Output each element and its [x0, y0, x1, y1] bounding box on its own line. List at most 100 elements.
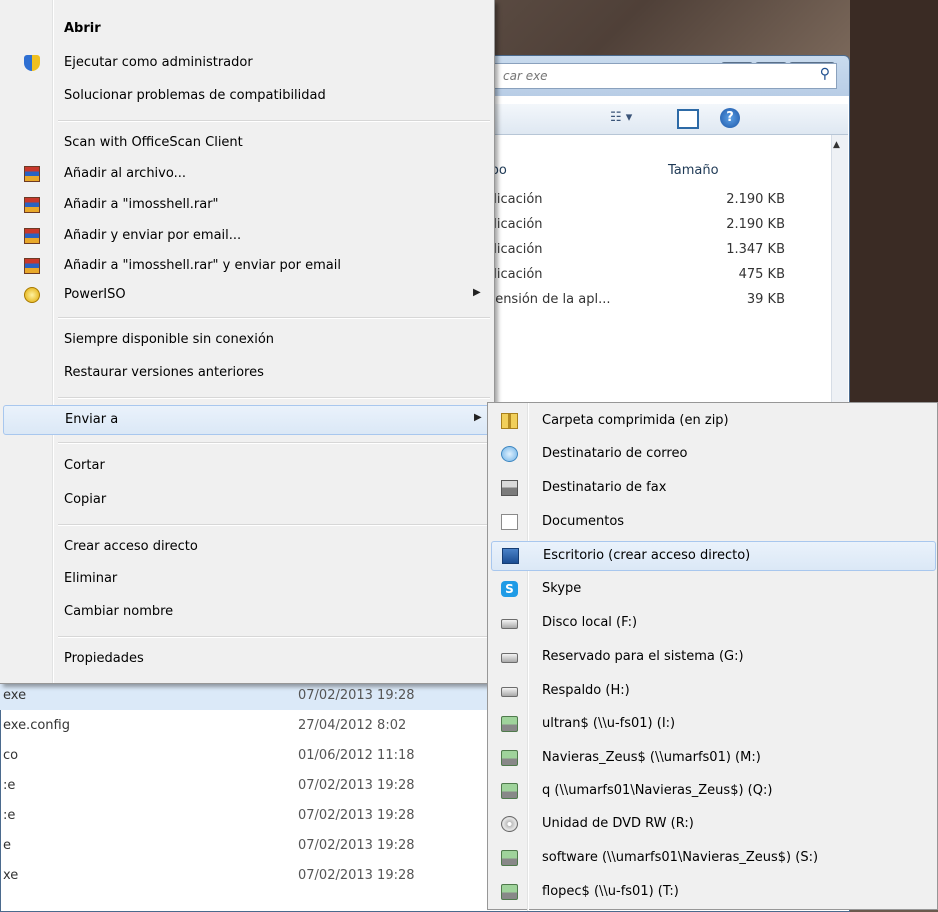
menu-item-officescan[interactable]: Scan with OfficeScan Client	[3, 129, 490, 159]
send-to-drive-q[interactable]: q (\\umarfs01\Navieras_Zeus$) (Q:)	[491, 777, 936, 807]
table-row[interactable]: co 01/06/2012 11:18	[0, 740, 490, 770]
send-to-skype[interactable]: S Skype	[491, 575, 936, 605]
view-options-icon[interactable]: ☷ ▾	[610, 110, 632, 125]
list-item[interactable]: plicación 475 KB	[485, 263, 785, 288]
menu-item-label: Enviar a	[65, 412, 119, 427]
file-date: 07/02/2013 19:28	[298, 688, 415, 703]
file-date: 27/04/2012 8:02	[298, 718, 407, 733]
menu-item-offline[interactable]: Siempre disponible sin conexión	[3, 326, 490, 356]
file-name: xe	[3, 868, 19, 883]
table-row[interactable]: exe 07/02/2013 19:28	[0, 680, 490, 710]
list-item[interactable]: plicación 2.190 KB	[485, 188, 785, 213]
send-to-desktop[interactable]: Escritorio (crear acceso directo)	[491, 541, 936, 571]
network-drive-icon	[501, 783, 518, 799]
menu-item-label: Eliminar	[64, 571, 118, 586]
table-row[interactable]: :e 07/02/2013 19:28	[0, 770, 490, 800]
menu-item-label: Siempre disponible sin conexión	[64, 332, 275, 347]
table-row[interactable]: e 07/02/2013 19:28	[0, 830, 490, 860]
search-box[interactable]: ⚲	[480, 63, 837, 89]
dvd-drive-icon	[501, 816, 518, 832]
file-name: exe	[3, 688, 27, 703]
winrar-icon	[24, 258, 40, 274]
menu-item-add-rar[interactable]: Añadir a "imosshell.rar"	[3, 191, 490, 221]
menu-item-add-email[interactable]: Añadir y enviar por email...	[3, 222, 490, 252]
menu-item-run-as-admin[interactable]: Ejecutar como administrador	[3, 49, 490, 79]
search-input[interactable]	[481, 64, 805, 88]
menu-item-label: Destinatario de correo	[542, 446, 688, 461]
poweriso-icon	[24, 287, 40, 303]
menu-item-label: Copiar	[64, 492, 107, 507]
file-date: 07/02/2013 19:28	[298, 868, 415, 883]
file-date: 01/06/2012 11:18	[298, 748, 415, 763]
menu-item-label: Solucionar problemas de compatibilidad	[64, 88, 326, 103]
menu-item-send-to[interactable]: Enviar a ▶	[3, 405, 490, 435]
menu-item-compatibility[interactable]: Solucionar problemas de compatibilidad	[3, 82, 490, 112]
list-item[interactable]: ttensión de la apl... 39 KB	[485, 288, 785, 313]
network-drive-icon	[501, 750, 518, 766]
menu-item-abrir[interactable]: Abrir	[3, 15, 490, 45]
menu-item-cut[interactable]: Cortar	[3, 452, 490, 482]
menu-item-label: ultran$ (\\u-fs01) (I:)	[542, 716, 676, 731]
file-name: :e	[3, 778, 16, 793]
menu-separator	[58, 442, 490, 444]
skype-icon: S	[501, 581, 518, 597]
menu-item-label: Añadir a "imosshell.rar"	[64, 197, 219, 212]
table-row[interactable]: xe 07/02/2013 19:28	[0, 860, 490, 890]
send-to-drive-i[interactable]: ultran$ (\\u-fs01) (I:)	[491, 710, 936, 740]
menu-item-label: Destinatario de fax	[542, 480, 667, 495]
table-row[interactable]: :e 07/02/2013 19:28	[0, 800, 490, 830]
search-icon[interactable]: ⚲	[820, 66, 830, 82]
list-item[interactable]: plicación 1.347 KB	[485, 238, 785, 263]
menu-item-add-rar-email[interactable]: Añadir a "imosshell.rar" y enviar por em…	[3, 252, 490, 282]
help-icon[interactable]: ?	[720, 108, 740, 128]
menu-item-properties[interactable]: Propiedades	[3, 645, 490, 675]
send-to-drive-r[interactable]: Unidad de DVD RW (R:)	[491, 810, 936, 840]
menu-item-label: q (\\umarfs01\Navieras_Zeus$) (Q:)	[542, 783, 773, 798]
network-drive-icon	[501, 884, 518, 900]
menu-item-label: Ejecutar como administrador	[64, 55, 253, 70]
send-to-zip[interactable]: Carpeta comprimida (en zip)	[491, 407, 936, 437]
menu-item-delete[interactable]: Eliminar	[3, 565, 490, 595]
send-to-drive-s[interactable]: software (\\umarfs01\Navieras_Zeus$) (S:…	[491, 844, 936, 874]
documents-icon	[501, 514, 518, 530]
list-item[interactable]: plicación 2.190 KB	[485, 213, 785, 238]
file-date: 07/02/2013 19:28	[298, 778, 415, 793]
send-to-drive-g[interactable]: Reservado para el sistema (G:)	[491, 643, 936, 673]
send-to-fax[interactable]: Destinatario de fax	[491, 474, 936, 504]
menu-item-label: Crear acceso directo	[64, 539, 198, 554]
table-row[interactable]: exe.config 27/04/2012 8:02	[0, 710, 490, 740]
send-to-drive-h[interactable]: Respaldo (H:)	[491, 677, 936, 707]
send-to-drive-m[interactable]: Navieras_Zeus$ (\\umarfs01) (M:)	[491, 744, 936, 774]
send-to-drive-f[interactable]: Disco local (F:)	[491, 609, 936, 639]
menu-item-label: Disco local (F:)	[542, 615, 638, 630]
network-drive-icon	[501, 850, 518, 866]
menu-item-poweriso[interactable]: PowerISO ▶	[3, 281, 490, 311]
column-header-size[interactable]: Tamaño	[668, 163, 719, 185]
context-menu: Abrir Ejecutar como administrador Soluci…	[0, 0, 495, 684]
send-to-drive-t[interactable]: flopec$ (\\u-fs01) (T:)	[491, 878, 936, 908]
menu-item-label: Cortar	[64, 458, 105, 473]
menu-item-label: Escritorio (crear acceso directo)	[543, 548, 751, 563]
send-to-submenu: Carpeta comprimida (en zip) Destinatario…	[487, 402, 938, 911]
menu-separator	[58, 120, 490, 122]
menu-item-restore-versions[interactable]: Restaurar versiones anteriores	[3, 359, 490, 389]
scrollbar[interactable]	[831, 135, 848, 405]
scroll-up-icon[interactable]: ▲	[833, 140, 840, 150]
menu-item-add-archive[interactable]: Añadir al archivo...	[3, 160, 490, 190]
menu-item-label: Reservado para el sistema (G:)	[542, 649, 744, 664]
desktop-icon	[502, 548, 519, 564]
file-list-bottom: exe 07/02/2013 19:28 exe.config 27/04/20…	[0, 680, 490, 890]
send-to-documents[interactable]: Documentos	[491, 508, 936, 538]
menu-item-copy[interactable]: Copiar	[3, 486, 490, 516]
menu-item-label: Carpeta comprimida (en zip)	[542, 413, 729, 428]
send-to-mail[interactable]: Destinatario de correo	[491, 440, 936, 470]
menu-item-rename[interactable]: Cambiar nombre	[3, 598, 490, 628]
file-date: 07/02/2013 19:28	[298, 808, 415, 823]
shield-icon	[24, 55, 40, 71]
submenu-arrow-icon: ▶	[474, 412, 482, 423]
menu-item-label: software (\\umarfs01\Navieras_Zeus$) (S:…	[542, 850, 819, 865]
menu-item-create-shortcut[interactable]: Crear acceso directo	[3, 533, 490, 563]
preview-pane-icon[interactable]	[677, 109, 699, 129]
submenu-arrow-icon: ▶	[473, 287, 481, 298]
menu-item-label: Scan with OfficeScan Client	[64, 135, 243, 150]
